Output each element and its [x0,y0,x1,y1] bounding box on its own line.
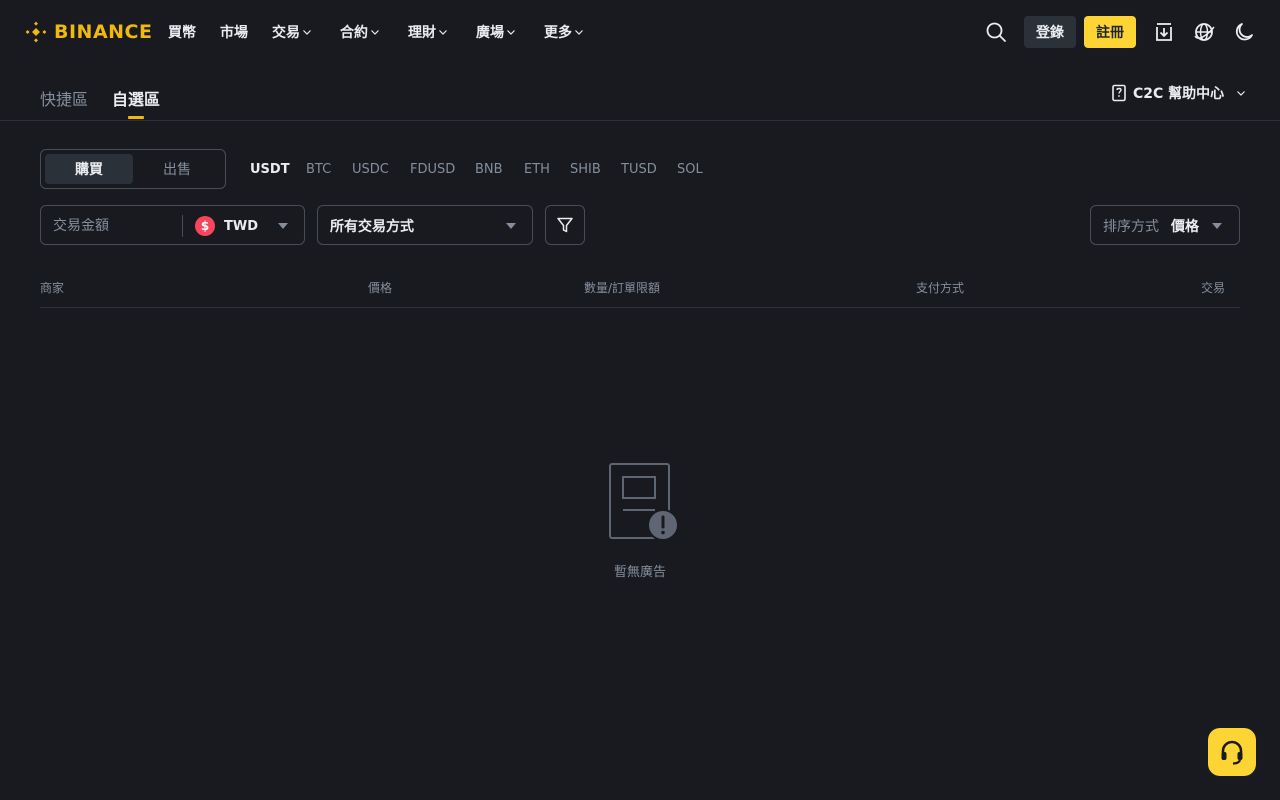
chevron-down-icon [575,30,583,35]
nav-item-label: 廣場 [476,25,504,41]
chevron-down-icon [439,30,447,35]
caret-down-icon [278,223,288,229]
headset-icon [1221,740,1243,765]
nav-item-label: 買幣 [168,25,196,41]
asset-tab-usdt[interactable]: USDT [250,162,290,178]
nav-item-label: 更多 [544,25,572,41]
field-divider [182,215,183,237]
nav-item-trade[interactable]: 交易 [272,22,312,42]
currency-coin-icon: $ [195,216,215,236]
sell-tab[interactable]: 出售 [133,154,221,184]
filter-icon [557,217,573,233]
help-center-dropdown[interactable]: C2C 幫助中心 [1111,83,1246,103]
active-tab-indicator [128,116,144,119]
column-header-price: 價格 [368,281,393,295]
nav-item-square[interactable]: 廣場 [476,22,516,42]
chevron-down-icon [1237,91,1246,96]
table-header-divider [40,307,1240,308]
asset-tab-usdc[interactable]: USDC [352,162,389,178]
tab-express[interactable]: 快捷區 [40,86,88,109]
sort-select[interactable]: 排序方式 價格 [1090,205,1240,245]
search-button[interactable] [984,20,1008,44]
download-button[interactable] [1152,20,1176,44]
moon-icon [1235,23,1253,41]
column-header-advertiser: 商家 [40,281,65,295]
asset-tab-bnb[interactable]: BNB [475,162,503,178]
top-navbar: BINANCE 買幣 市場 交易 合約 理財 廣場 更多 登錄 註冊 [0,0,1280,64]
empty-state: 暫無廣告 [590,460,690,580]
payment-method-select[interactable]: 所有交易方式 [317,205,533,245]
tab-p2p[interactable]: 自選區 [112,86,160,109]
column-header-amount-limit: 數量/訂單限額 [584,281,661,295]
language-button[interactable] [1192,20,1216,44]
empty-state-text: 暫無廣告 [613,565,666,580]
no-data-icon [609,463,679,541]
caret-down-icon [506,223,516,229]
customer-support-button[interactable] [1208,728,1256,776]
trade-side-toggle: 購買 出售 [40,149,226,189]
sort-value: 價格 [1171,219,1199,235]
column-header-payment: 支付方式 [916,281,965,295]
nav-item-label: 合約 [340,25,368,41]
filter-button[interactable] [545,205,585,245]
help-book-icon [1112,84,1126,102]
nav-item-markets[interactable]: 市場 [220,22,248,42]
asset-tab-eth[interactable]: ETH [524,162,550,178]
nav-item-label: 交易 [272,25,300,41]
binance-logo[interactable]: BINANCE [24,20,152,44]
login-button[interactable]: 登錄 [1024,16,1076,48]
search-icon [986,22,1006,42]
fiat-currency-select[interactable]: $ TWD [195,215,258,237]
nav-item-label: 市場 [220,25,248,41]
brand-name: BINANCE [54,21,153,43]
amount-input[interactable] [53,216,178,236]
nav-item-buy-crypto[interactable]: 買幣 [168,22,196,42]
nav-item-earn[interactable]: 理財 [408,22,448,42]
amount-filter: $ TWD [40,205,305,245]
buy-tab[interactable]: 購買 [45,154,133,184]
column-header-trade: 交易 [1201,281,1226,295]
asset-tab-tusd[interactable]: TUSD [621,162,657,178]
theme-toggle-button[interactable] [1232,20,1256,44]
asset-tab-sol[interactable]: SOL [677,162,703,178]
nav-item-more[interactable]: 更多 [544,22,584,42]
help-center-label: C2C 幫助中心 [1133,86,1225,102]
asset-tab-fdusd[interactable]: FDUSD [410,162,455,178]
globe-icon [1194,23,1215,41]
binance-logo-icon [25,21,47,43]
chevron-down-icon [303,30,311,35]
sort-label: 排序方式 [1103,219,1159,235]
asset-tab-shib[interactable]: SHIB [570,162,601,178]
p2p-subtabs: 快捷區 自選區 C2C 幫助中心 [0,64,1280,121]
payment-method-value: 所有交易方式 [330,219,414,235]
chevron-down-icon [371,30,379,35]
nav-item-label: 理財 [408,25,436,41]
register-button[interactable]: 註冊 [1084,16,1136,48]
nav-item-futures[interactable]: 合約 [340,22,380,42]
download-icon [1156,23,1172,41]
currency-code: TWD [224,218,258,234]
caret-down-icon [1212,223,1222,229]
chevron-down-icon [507,30,515,35]
asset-tab-btc[interactable]: BTC [306,162,331,178]
